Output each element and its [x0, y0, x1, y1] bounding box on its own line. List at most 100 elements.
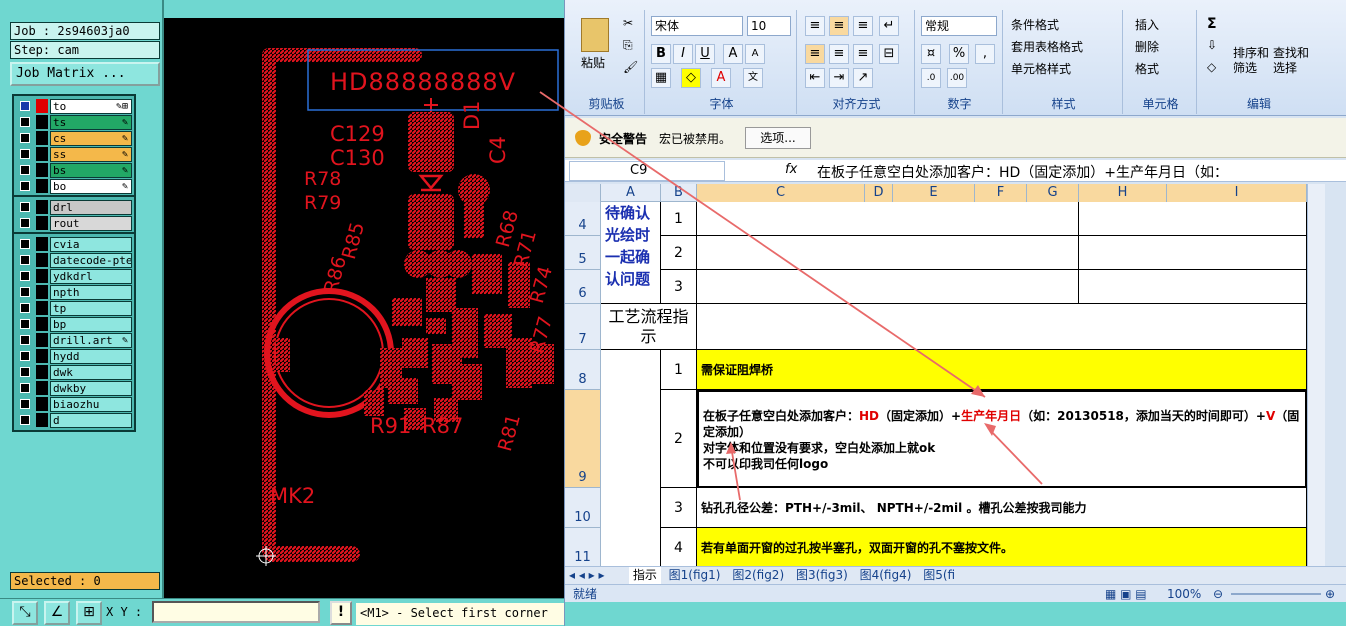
layer-color-swatch[interactable] — [36, 200, 48, 214]
layer-color-swatch[interactable] — [36, 413, 48, 427]
layer-checkbox[interactable] — [20, 303, 30, 313]
sheet-tab[interactable]: 图2(fig2) — [728, 567, 788, 584]
cell-h6[interactable] — [1079, 270, 1307, 304]
layer-name[interactable]: ts ✎ — [50, 114, 132, 130]
layer-color-swatch[interactable] — [36, 179, 48, 193]
layer-checkbox[interactable] — [20, 218, 30, 228]
cell-c6[interactable] — [697, 270, 1079, 304]
cell-a7[interactable]: 工艺流程指示 — [601, 304, 697, 350]
bold-icon[interactable]: B — [651, 44, 671, 64]
layer-row-bo[interactable]: bo ✎ — [16, 178, 132, 194]
percent-icon[interactable]: % — [949, 44, 969, 64]
layer-color-swatch[interactable] — [36, 333, 48, 347]
layer-name[interactable]: bp — [50, 316, 132, 332]
column-header[interactable]: H — [1079, 184, 1167, 202]
cell-b9[interactable]: 2 — [661, 390, 697, 488]
row-header[interactable]: 8 — [565, 350, 601, 390]
row-header[interactable]: 6 — [565, 270, 601, 304]
format-as-table-button[interactable]: 套用表格格式 — [1011, 38, 1083, 55]
layer-name[interactable]: hydd — [50, 348, 132, 364]
sheet-tab[interactable]: 指示 — [628, 567, 661, 584]
paste-icon[interactable] — [581, 18, 609, 52]
column-header[interactable]: C — [697, 184, 865, 202]
column-header[interactable]: E — [893, 184, 975, 202]
cell-b8[interactable]: 1 — [661, 350, 697, 390]
italic-icon[interactable]: I — [673, 44, 693, 64]
layer-color-swatch[interactable] — [36, 147, 48, 161]
sheet-tab[interactable]: 图4(fig4) — [856, 567, 916, 584]
format-button[interactable]: 格式 — [1135, 60, 1159, 77]
layer-color-swatch[interactable] — [36, 163, 48, 177]
row-header[interactable]: 11 — [565, 528, 601, 566]
row-header[interactable]: 7 — [565, 304, 601, 350]
warning-button[interactable]: ! — [330, 601, 352, 625]
layer-color-swatch[interactable] — [36, 237, 48, 251]
layer-checkbox[interactable] — [20, 239, 30, 249]
font-color-icon[interactable]: A — [711, 68, 731, 88]
cell-styles-button[interactable]: 单元格样式 — [1011, 60, 1071, 77]
layer-name[interactable]: dwk — [50, 364, 132, 380]
cell-b5[interactable]: 2 — [661, 236, 697, 270]
layer-row-datecode-pte[interactable]: datecode-pte — [16, 252, 132, 268]
align-center-icon[interactable]: ≡ — [829, 44, 849, 64]
cell-b11[interactable]: 4 — [661, 528, 697, 566]
find-select-button[interactable]: 查找和 选择 — [1273, 46, 1309, 76]
layer-checkbox[interactable] — [20, 415, 30, 425]
underline-icon[interactable]: U — [695, 44, 715, 64]
zoom-level[interactable]: 100% — [1167, 586, 1201, 602]
layer-color-swatch[interactable] — [36, 317, 48, 331]
row-header[interactable]: 5 — [565, 236, 601, 270]
increase-indent-icon[interactable]: ⇥ — [829, 68, 849, 88]
measure-button[interactable]: ∠ — [44, 601, 70, 625]
wrap-text-icon[interactable]: ↵ — [879, 16, 899, 36]
layer-checkbox[interactable] — [20, 149, 30, 159]
layer-color-swatch[interactable] — [36, 115, 48, 129]
name-box[interactable]: C9 — [569, 161, 725, 181]
insert-button[interactable]: 插入 — [1135, 16, 1159, 33]
layer-checkbox[interactable] — [20, 133, 30, 143]
view-buttons-icon[interactable]: ▦ ▣ ▤ — [1105, 586, 1147, 602]
grid-button[interactable]: ⊞ — [76, 601, 102, 625]
row-header[interactable]: 4 — [565, 202, 601, 236]
layer-row-bs[interactable]: bs ✎ — [16, 162, 132, 178]
align-bottom-icon[interactable]: ≡ — [853, 16, 873, 36]
layer-color-swatch[interactable] — [36, 381, 48, 395]
layer-row-rout[interactable]: rout — [16, 215, 132, 231]
layer-color-swatch[interactable] — [36, 216, 48, 230]
row-header[interactable]: 9 — [565, 390, 601, 488]
number-format-select[interactable]: 常规 — [921, 16, 997, 36]
layer-row-bp[interactable]: bp — [16, 316, 132, 332]
layer-name[interactable]: tp — [50, 300, 132, 316]
formula-input[interactable]: 在板子任意空白处添加客户：HD（固定添加）+生产年月日（如： — [817, 162, 1228, 182]
xy-coordinate-input[interactable] — [152, 601, 320, 623]
layer-row-ts[interactable]: ts ✎ — [16, 114, 132, 130]
column-header[interactable]: G — [1027, 184, 1079, 202]
layer-checkbox[interactable] — [20, 165, 30, 175]
font-name-select[interactable]: 宋体 — [651, 16, 743, 36]
layer-color-swatch[interactable] — [36, 269, 48, 283]
layer-color-swatch[interactable] — [36, 365, 48, 379]
sort-filter-button[interactable]: 排序和 筛选 — [1233, 46, 1269, 76]
layer-checkbox[interactable] — [20, 367, 30, 377]
layer-color-swatch[interactable] — [36, 301, 48, 315]
layer-checkbox[interactable] — [20, 101, 30, 111]
column-header[interactable]: B — [661, 184, 697, 202]
cell-h5[interactable] — [1079, 236, 1307, 270]
layer-row-cs[interactable]: cs ✎ — [16, 130, 132, 146]
sheet-tab[interactable]: 图5(fi — [919, 567, 959, 584]
sheet-tab[interactable]: 图3(fig3) — [792, 567, 852, 584]
layer-row-dwk[interactable]: dwk — [16, 364, 132, 380]
zoom-fit-button[interactable]: ⤡ — [12, 601, 38, 625]
layer-row-cvia[interactable]: cvia — [16, 236, 132, 252]
column-header[interactable]: A — [601, 184, 661, 202]
cell-c8[interactable]: 需保证阻焊桥 — [697, 350, 1307, 390]
layer-name[interactable]: biaozhu — [50, 396, 132, 412]
layer-checkbox[interactable] — [20, 117, 30, 127]
layer-name[interactable]: rout — [50, 215, 132, 231]
phonetic-icon[interactable]: 文 — [743, 68, 763, 88]
paste-button[interactable]: 粘贴 — [581, 54, 605, 71]
shrink-font-icon[interactable]: A — [745, 44, 765, 64]
grow-font-icon[interactable]: A — [723, 44, 743, 64]
layer-name[interactable]: drl — [50, 199, 132, 215]
zoom-out-icon[interactable]: ⊖ — [1213, 586, 1223, 602]
